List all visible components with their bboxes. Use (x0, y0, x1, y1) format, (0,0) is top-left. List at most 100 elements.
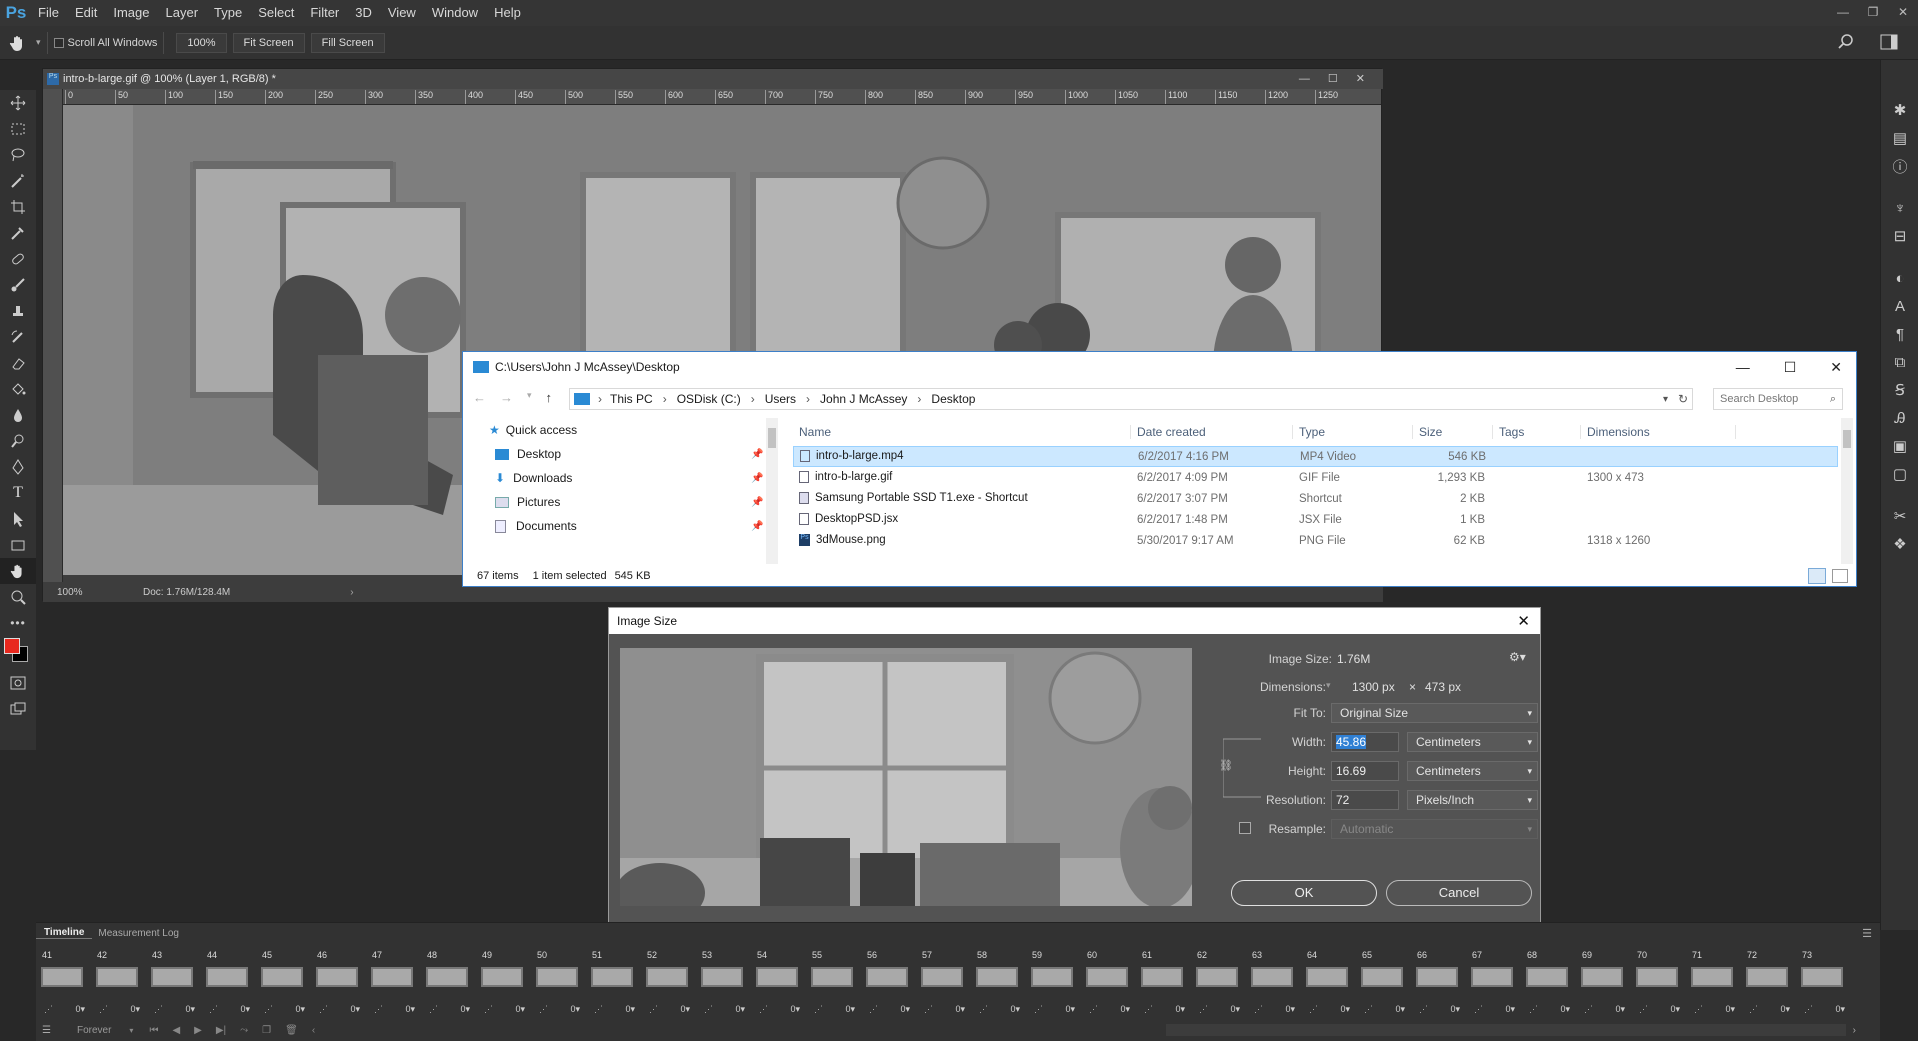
image-preview[interactable] (620, 648, 1192, 906)
layers-panel-icon[interactable]: ▣ (1881, 432, 1918, 460)
nav-desktop[interactable]: Desktop 📌 (463, 442, 763, 466)
chevron-down-icon[interactable]: ▾ (129, 1026, 133, 1035)
timeline-frame[interactable]: 65 ⋰ 0▾ (1356, 947, 1411, 1019)
minimize-icon[interactable]: — (1828, 0, 1858, 26)
frame-delay[interactable]: 0▾ (1560, 1004, 1570, 1015)
frame-delay[interactable]: 0▾ (845, 1004, 855, 1015)
dialog-title-bar[interactable]: Image Size ✕ (609, 608, 1540, 634)
next-frame-icon[interactable]: ▶| (216, 1025, 226, 1036)
rectangle-tool-icon[interactable] (0, 532, 36, 558)
dodge-tool-icon[interactable] (0, 428, 36, 454)
close-icon[interactable]: ✕ (1888, 0, 1918, 26)
address-bar[interactable]: › This PC › OSDisk (C:) › Users › John J… (569, 388, 1693, 410)
frame-delay[interactable]: 0▾ (1340, 1004, 1350, 1015)
timeline-frame[interactable]: 49 ⋰ 0▾ (476, 947, 531, 1019)
search-icon[interactable] (1838, 34, 1854, 50)
details-view-icon[interactable] (1808, 568, 1826, 584)
frame-disposal-icon[interactable]: ⋰ (1254, 1004, 1263, 1015)
magic-wand-icon[interactable] (0, 168, 36, 194)
timeline-frame[interactable]: 67 ⋰ 0▾ (1466, 947, 1521, 1019)
column-type[interactable]: Type (1293, 425, 1413, 439)
history-brush-icon[interactable] (0, 324, 36, 350)
frame-delay[interactable]: 0▾ (1450, 1004, 1460, 1015)
breadcrumb-users[interactable]: Users (765, 392, 796, 406)
timeline-frame[interactable]: 62 ⋰ 0▾ (1191, 947, 1246, 1019)
document-tab[interactable]: Ps intro-b-large.gif @ 100% (Layer 1, RG… (43, 69, 1383, 89)
zoom-100-button[interactable]: 100% (176, 32, 227, 53)
notes-panel-icon[interactable]: ▢ (1881, 460, 1918, 488)
ok-button[interactable]: OK (1231, 880, 1377, 906)
column-date-created[interactable]: Date created (1131, 425, 1293, 439)
fit-to-select[interactable]: Original Size ▾ (1331, 703, 1538, 723)
pin-icon[interactable]: 📌 (751, 473, 763, 484)
zoom-level[interactable]: 100% (57, 587, 127, 598)
frame-delay[interactable]: 0▾ (735, 1004, 745, 1015)
frame-delay[interactable]: 0▾ (405, 1004, 415, 1015)
timeline-frame[interactable]: 58 ⋰ 0▾ (971, 947, 1026, 1019)
clone-stamp-icon[interactable] (0, 298, 36, 324)
frame-delay[interactable]: 0▾ (1780, 1004, 1790, 1015)
file-row[interactable]: Ps 3dMouse.png 5/30/2017 9:17 AM PNG File… (793, 530, 1838, 551)
width-input[interactable]: 45.86 (1331, 732, 1399, 752)
timeline-frame[interactable]: 73 ⋰ 0▾ (1796, 947, 1851, 1019)
frame-delay[interactable]: 0▾ (1725, 1004, 1735, 1015)
frame-disposal-icon[interactable]: ⋰ (1474, 1004, 1483, 1015)
nav-quick-access[interactable]: ★ Quick access (463, 418, 763, 442)
quick-mask-icon[interactable] (0, 670, 36, 696)
frame-delay[interactable]: 0▾ (1505, 1004, 1515, 1015)
zoom-tool-icon[interactable] (0, 584, 36, 610)
timeline-frame[interactable]: 69 ⋰ 0▾ (1576, 947, 1631, 1019)
frame-delay[interactable]: 0▾ (460, 1004, 470, 1015)
file-row[interactable]: Samsung Portable SSD T1.exe - Shortcut 6… (793, 488, 1838, 509)
back-arrow-icon[interactable]: ← (473, 390, 486, 405)
timeline-frame[interactable]: 48 ⋰ 0▾ (421, 947, 476, 1019)
paragraph-panel-icon[interactable]: ¶ (1881, 320, 1918, 348)
frame-delay[interactable]: 0▾ (1230, 1004, 1240, 1015)
blur-tool-icon[interactable] (0, 402, 36, 428)
forward-arrow-icon[interactable]: → (500, 390, 513, 405)
timeline-frame[interactable]: 57 ⋰ 0▾ (916, 947, 971, 1019)
menu-edit[interactable]: Edit (67, 0, 105, 26)
timeline-frame[interactable]: 51 ⋰ 0▾ (586, 947, 641, 1019)
frame-delay[interactable]: 0▾ (1175, 1004, 1185, 1015)
frame-delay[interactable]: 0▾ (1615, 1004, 1625, 1015)
crop-tool-icon[interactable] (0, 194, 36, 220)
frame-disposal-icon[interactable]: ⋰ (1364, 1004, 1373, 1015)
height-input[interactable]: 16.69 (1331, 761, 1399, 781)
width-unit-select[interactable]: Centimeters ▾ (1407, 732, 1538, 752)
timeline-frame[interactable]: 43 ⋰ 0▾ (146, 947, 201, 1019)
restore-icon[interactable]: ❐ (1858, 0, 1888, 26)
character-panel-icon[interactable]: A (1881, 292, 1918, 320)
hand-tool-preset-icon[interactable] (0, 34, 36, 52)
timeline-frame[interactable]: 60 ⋰ 0▾ (1081, 947, 1136, 1019)
frame-delay[interactable]: 0▾ (955, 1004, 965, 1015)
frame-disposal-icon[interactable]: ⋰ (264, 1004, 273, 1015)
brush-tool-icon[interactable] (0, 272, 36, 298)
frame-disposal-icon[interactable]: ⋰ (704, 1004, 713, 1015)
nav-downloads[interactable]: ⬇ Downloads 📌 (463, 466, 763, 490)
frame-delay[interactable]: 0▾ (1120, 1004, 1130, 1015)
frame-disposal-icon[interactable]: ⋰ (99, 1004, 108, 1015)
frame-disposal-icon[interactable]: ⋰ (1034, 1004, 1043, 1015)
trash-icon[interactable]: 🗑 (285, 1025, 298, 1036)
frame-disposal-icon[interactable]: ⋰ (209, 1004, 218, 1015)
menu-help[interactable]: Help (486, 0, 529, 26)
frame-delay[interactable]: 0▾ (130, 1004, 140, 1015)
lasso-tool-icon[interactable] (0, 142, 36, 168)
frame-disposal-icon[interactable]: ⋰ (1199, 1004, 1208, 1015)
frame-delay[interactable]: 0▾ (900, 1004, 910, 1015)
column-name[interactable]: Name (793, 425, 1131, 439)
hand-tool-icon[interactable] (0, 558, 36, 584)
cancel-button[interactable]: Cancel (1386, 880, 1532, 906)
nav-documents[interactable]: Documents 📌 (463, 514, 763, 538)
more-tools-icon[interactable]: ••• (0, 610, 36, 636)
frame-disposal-icon[interactable]: ⋰ (594, 1004, 603, 1015)
scroll-left-icon[interactable]: ‹ (312, 1025, 315, 1036)
explorer-title-bar[interactable]: C:\Users\John J McAssey\Desktop — ☐ ✕ (463, 352, 1856, 382)
breadcrumb-desktop[interactable]: Desktop (931, 392, 975, 406)
frame-disposal-icon[interactable]: ⋰ (154, 1004, 163, 1015)
file-row[interactable]: intro-b-large.gif 6/2/2017 4:09 PM GIF F… (793, 467, 1838, 488)
address-dropdown-icon[interactable]: ▾ (1663, 394, 1668, 405)
frame-disposal-icon[interactable]: ⋰ (1419, 1004, 1428, 1015)
timeline-scrollbar[interactable] (1166, 1024, 1846, 1036)
